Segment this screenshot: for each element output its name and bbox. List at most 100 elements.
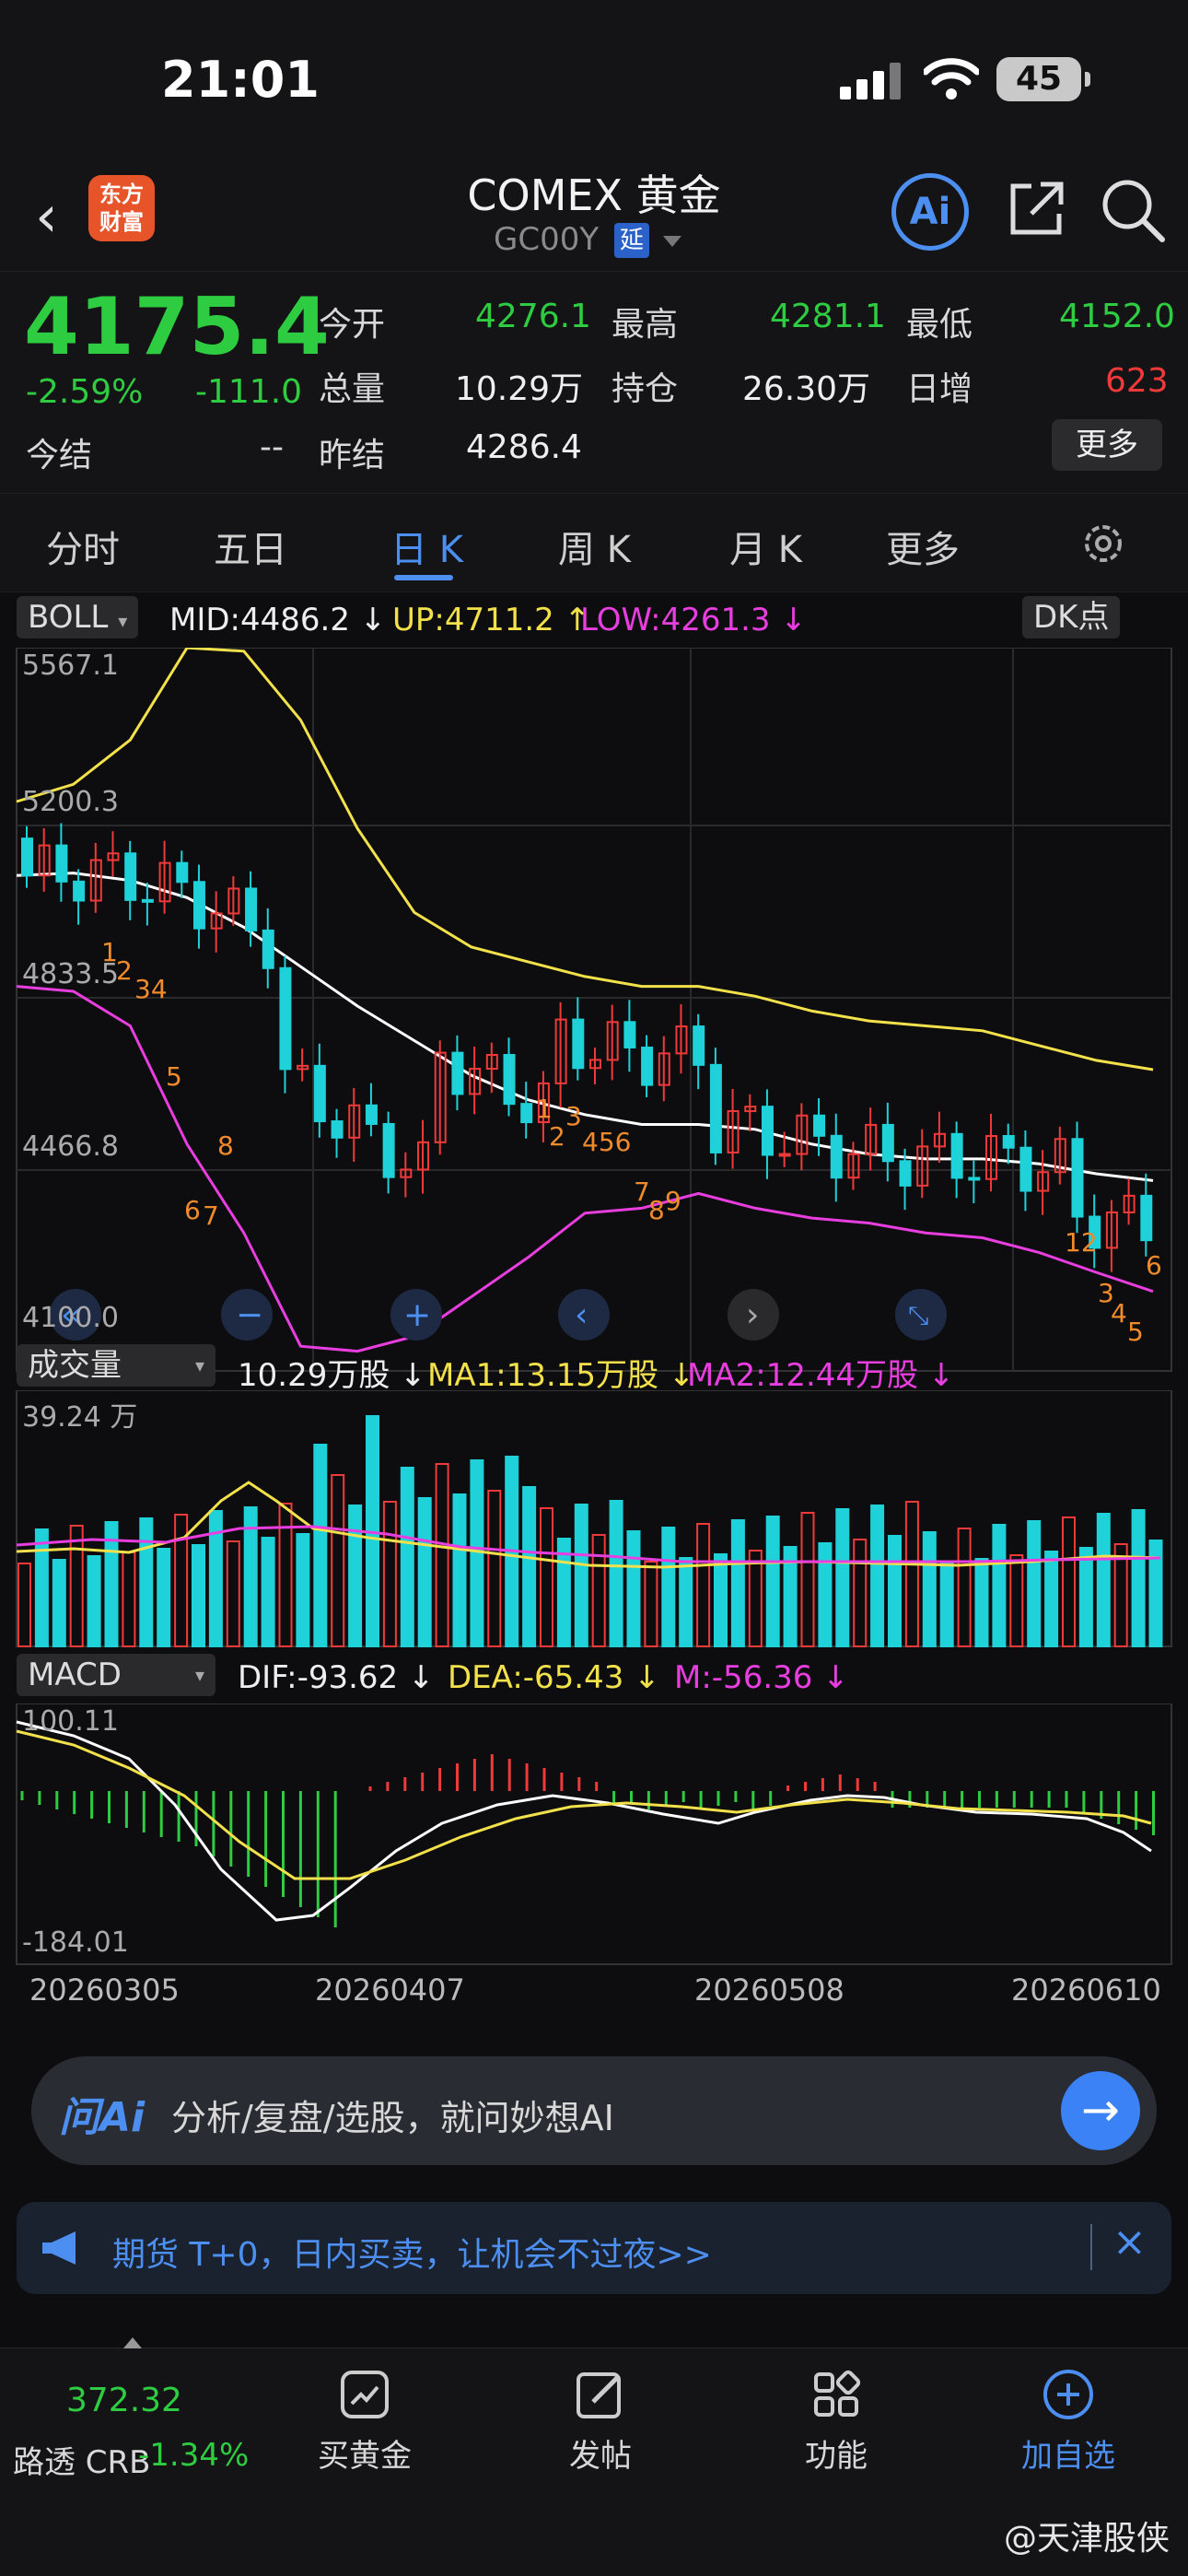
td-marker: 12 (1065, 1227, 1098, 1258)
volume-bar (818, 1542, 833, 1647)
daily-inc-value: 623 (1105, 362, 1169, 400)
volume-bar (679, 1557, 693, 1647)
candle (21, 837, 33, 877)
low-value: 4152.0 (1059, 298, 1175, 335)
volume-bar (261, 1537, 275, 1647)
chart-area: BOLL ▾ MID:4486.2 ↓ UP:4711.2 ↑ LOW:4261… (0, 592, 1188, 2030)
volume-chart[interactable] (0, 1390, 1188, 1648)
td-marker: 8 (648, 1195, 665, 1225)
prev-glyph: ‹ (575, 1296, 588, 1334)
volume-bar (157, 1548, 171, 1647)
volume-max-label: 39.24 万 (22, 1401, 138, 1434)
candle (245, 887, 258, 931)
candle (968, 1177, 981, 1181)
price-chart[interactable]: 1 2 34 5 8 6 7 9 1 2 3 456 7 8 9 12 3 4 … (0, 648, 1188, 1376)
volume-bar (591, 1534, 606, 1647)
candle (1071, 1138, 1084, 1218)
tab-weekly-k[interactable]: 周 K (558, 520, 631, 573)
nav-label: 发帖 (569, 2438, 632, 2475)
volume-bar (69, 1525, 84, 1647)
volume-bar (1009, 1554, 1024, 1647)
volume-bar (417, 1497, 432, 1647)
ai-button[interactable]: Ai (891, 173, 969, 251)
zoom-in-glyph: + (403, 1296, 431, 1334)
ticker-label[interactable]: 路透 CRB (13, 2437, 151, 2482)
tab-daily-k[interactable]: 日 K (390, 520, 463, 573)
td-marker: 5 (166, 1061, 182, 1092)
more-button[interactable]: 更多 (1052, 419, 1162, 471)
volume-bar (748, 1550, 763, 1647)
volume-bar (470, 1459, 484, 1647)
volume-label: 总量 (319, 370, 386, 408)
change-pct: -2.59% (26, 373, 144, 411)
candle (950, 1132, 963, 1179)
share-icon[interactable] (1004, 177, 1068, 241)
banner-divider (1090, 2224, 1092, 2270)
fullscreen-glyph: ⤡ (908, 1300, 928, 1330)
volume-bar (400, 1467, 414, 1647)
nav-add-watchlist[interactable]: 加自选 (1004, 2367, 1133, 2476)
close-icon[interactable]: × (1112, 2219, 1147, 2266)
tab-intraday[interactable]: 分时 (46, 520, 120, 573)
candle (1019, 1146, 1032, 1192)
dif-line (16, 1720, 1152, 1922)
indicator-select-macd[interactable]: MACD ▾ (17, 1654, 215, 1696)
candle (641, 1047, 654, 1086)
tab-more[interactable]: 更多 (886, 520, 960, 573)
candle (503, 1053, 516, 1106)
volume-bar (226, 1540, 240, 1647)
td-marker: 6 (184, 1195, 201, 1225)
candle (572, 1018, 585, 1070)
ticker-change: -1.34% (138, 2437, 250, 2474)
volume-bar (1044, 1551, 1059, 1647)
volume-bar (348, 1505, 363, 1647)
chevron-up-icon[interactable] (123, 2337, 142, 2348)
contract-code[interactable]: GC00Y (494, 221, 599, 258)
volume-bar (1062, 1516, 1076, 1647)
status-bar: 21:01 45 (0, 0, 1188, 157)
volume-bar (313, 1444, 328, 1647)
settings-gear-icon[interactable] (1079, 520, 1127, 568)
nav-functions[interactable]: 功能 (772, 2367, 901, 2476)
tab-underline (394, 575, 453, 580)
ask-ai-bar[interactable]: 问Ai 分析/复盘/选股，就问妙想AI → (31, 2056, 1157, 2165)
volume-bar (1131, 1509, 1146, 1647)
volume-bar (800, 1512, 815, 1647)
macd-chart[interactable] (0, 1704, 1188, 1966)
bottom-nav: 372.32 路透 CRB -1.34% 买黄金 发帖 功能 加自选 @天津股侠 (0, 2337, 1188, 2576)
candle (331, 1120, 344, 1139)
open-value: 4276.1 (475, 298, 591, 335)
td-marker: 5 (1127, 1317, 1144, 1347)
candle (382, 1122, 395, 1178)
chevron-down-icon[interactable] (663, 236, 681, 247)
boll-up: UP:4711.2 ↑ (392, 602, 591, 638)
prev-settle-label: 昨结 (319, 437, 386, 474)
td-marker: 456 (582, 1127, 631, 1157)
volume-bar (331, 1474, 345, 1647)
volume-bar (487, 1490, 502, 1647)
indicator-select-volume[interactable]: 成交量 ▾ (17, 1344, 215, 1387)
boll-lines (16, 648, 1154, 1353)
plus-circle-icon (1043, 2370, 1093, 2419)
nav-post[interactable]: 发帖 (536, 2367, 665, 2476)
chart-buy-icon (341, 2371, 389, 2418)
dk-point-button[interactable]: DK点 (1022, 596, 1121, 638)
volume-bar (278, 1503, 293, 1647)
status-time: 21:01 (161, 51, 320, 109)
macd-dea: DEA:-65.43 ↓ (448, 1659, 660, 1696)
nav-buy-gold[interactable]: 买黄金 (300, 2367, 429, 2476)
open-label: 今开 (319, 306, 386, 344)
arrow-right-icon[interactable]: → (1061, 2071, 1140, 2150)
indicator-select-boll[interactable]: BOLL ▾ (17, 596, 139, 638)
candle (55, 844, 68, 883)
settle-label: 今结 (26, 437, 93, 474)
price-axis-top: 5567.1 (22, 650, 119, 682)
promo-banner[interactable]: 期货 T+0，日内买卖，让机会不过夜>> × (17, 2202, 1171, 2294)
tab-monthly-k[interactable]: 月 K (729, 520, 802, 573)
search-icon[interactable] (1098, 175, 1168, 245)
candle (124, 852, 137, 901)
nav-label: 买黄金 (318, 2438, 412, 2475)
quote-panel: 4175.4 -2.59% -111.0 今结 -- 今开 4276.1 总量 … (0, 272, 1188, 493)
edit-icon (577, 2372, 621, 2418)
tab-five-day[interactable]: 五日 (214, 520, 287, 573)
